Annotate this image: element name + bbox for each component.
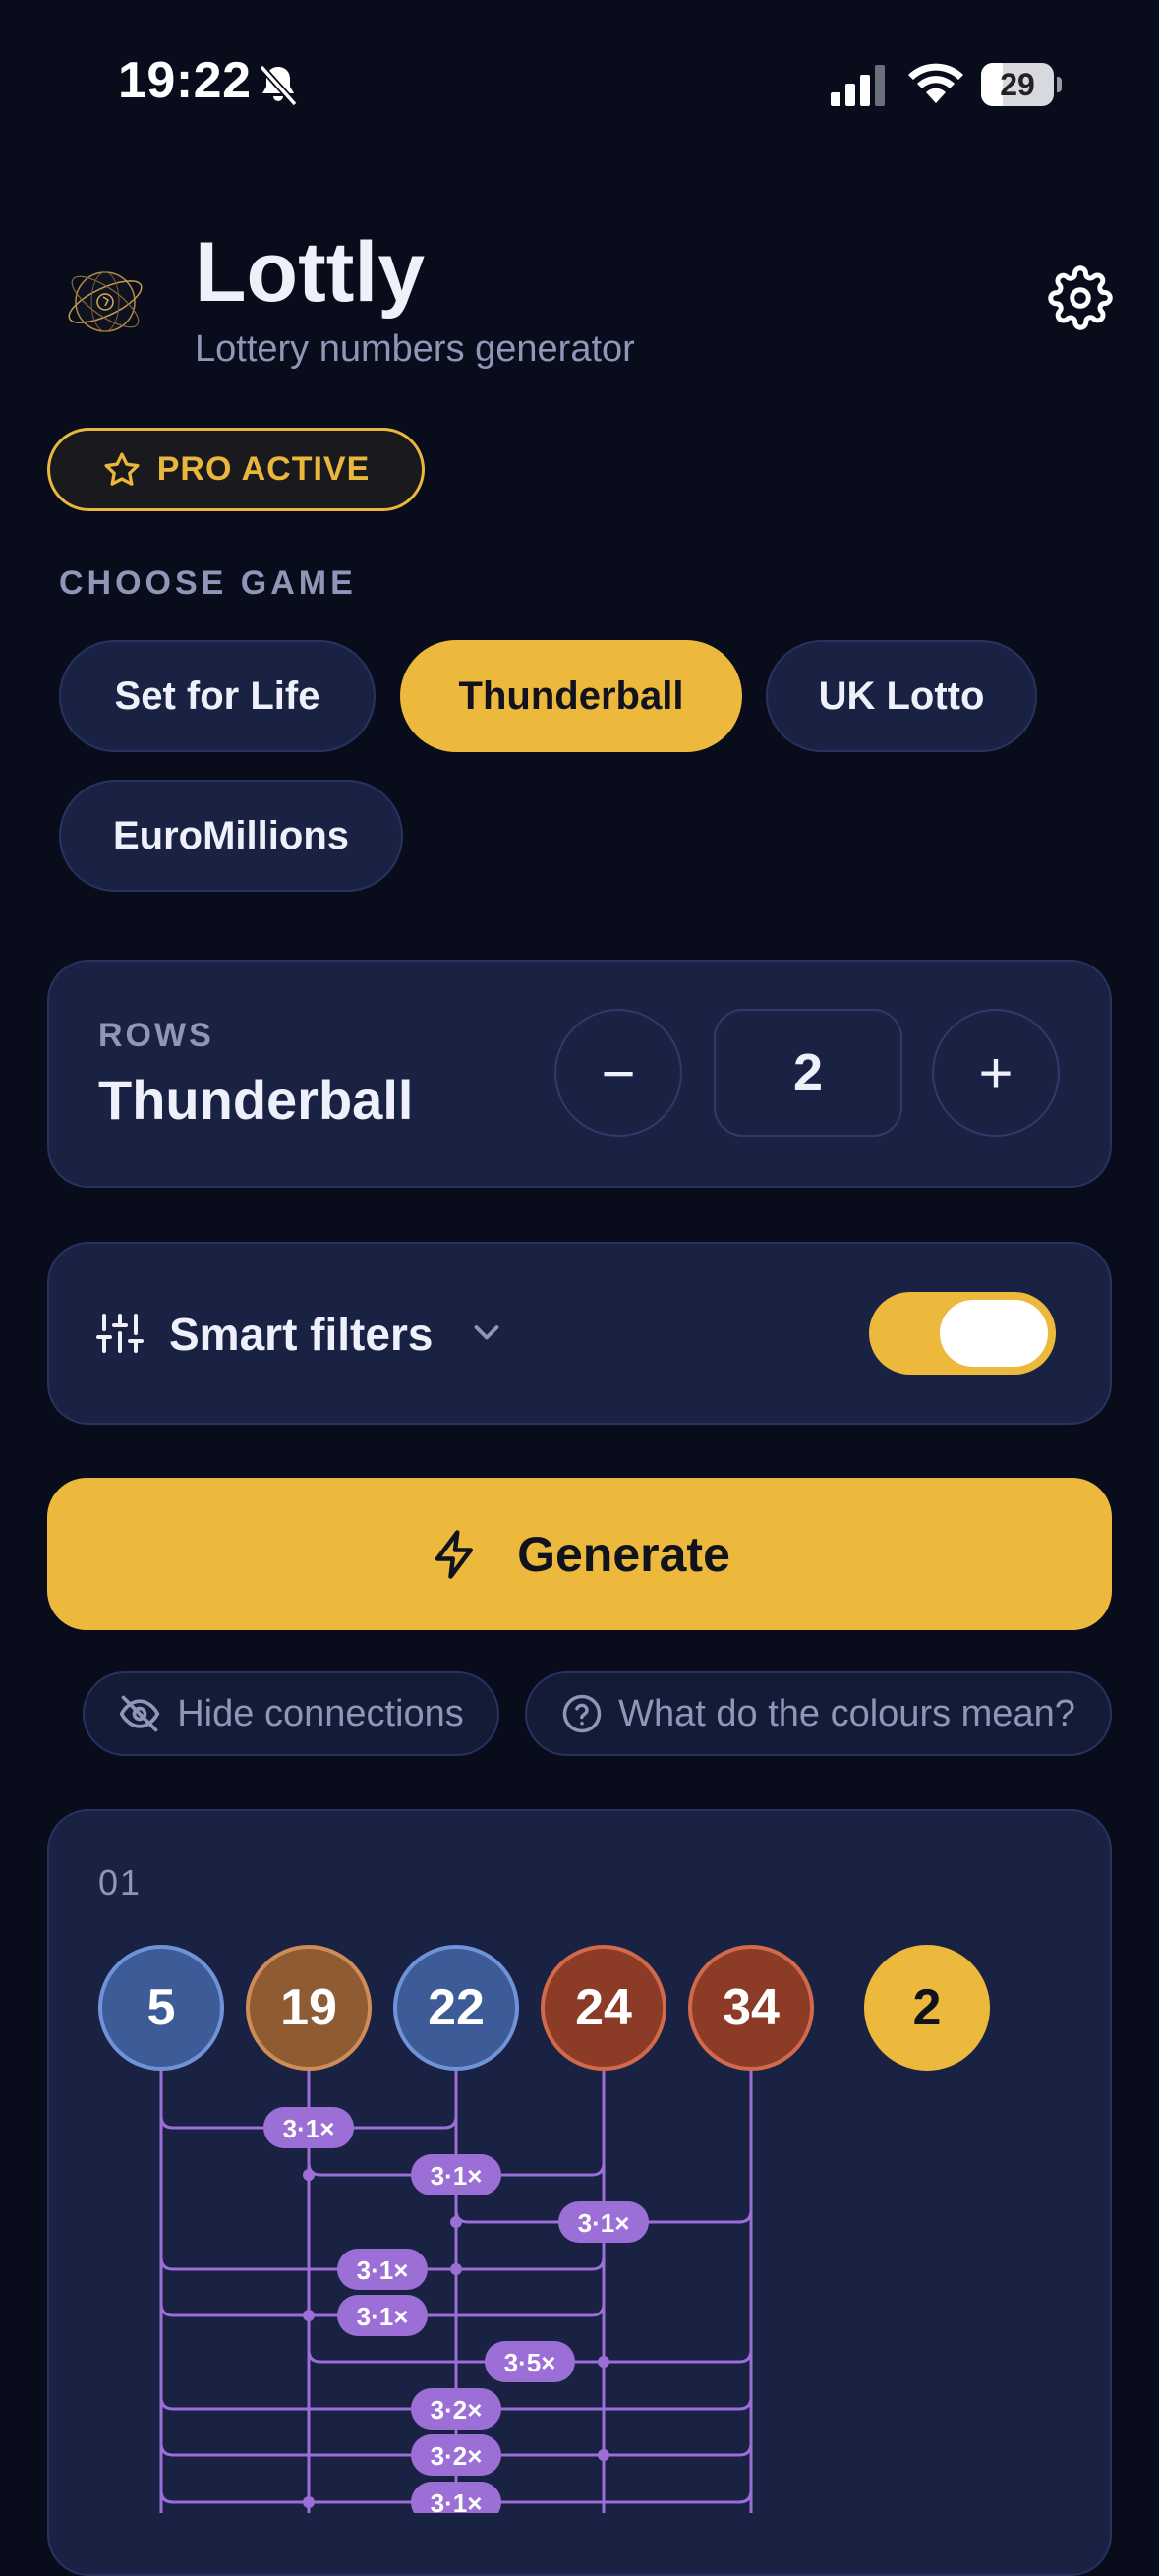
connection-label: 3·1×	[283, 2114, 335, 2143]
connection-label: 3·5×	[504, 2348, 556, 2377]
connection-junction	[598, 2356, 609, 2368]
number-ball: 22	[393, 1945, 519, 2071]
connection-label: 3·1×	[578, 2208, 630, 2238]
connection-junction	[450, 2263, 462, 2275]
connection-label: 3·2×	[431, 2441, 483, 2471]
connection-label: 3·1×	[357, 2302, 409, 2331]
number-ball: 19	[246, 1945, 372, 2071]
connection-label: 3·1×	[431, 2161, 483, 2191]
connection-junction	[303, 2310, 315, 2321]
connection-junction	[450, 2216, 462, 2228]
connection-junction	[303, 2169, 315, 2181]
number-ball: 5	[98, 1945, 224, 2071]
connection-label: 3·1×	[357, 2255, 409, 2285]
number-ball: 24	[541, 1945, 666, 2071]
connection-junction	[303, 2496, 315, 2508]
connection-label: 3·1×	[431, 2488, 483, 2513]
connection-junction	[598, 2449, 609, 2461]
connection-label: 3·2×	[431, 2395, 483, 2425]
bonus-ball: 2	[864, 1945, 990, 2071]
number-ball: 34	[688, 1945, 814, 2071]
connections-graph: 3·1× 3·1× 3·1× 3·1× 3·1× 3·5× 3·2× 3·2× 3·1×	[159, 2071, 753, 2513]
